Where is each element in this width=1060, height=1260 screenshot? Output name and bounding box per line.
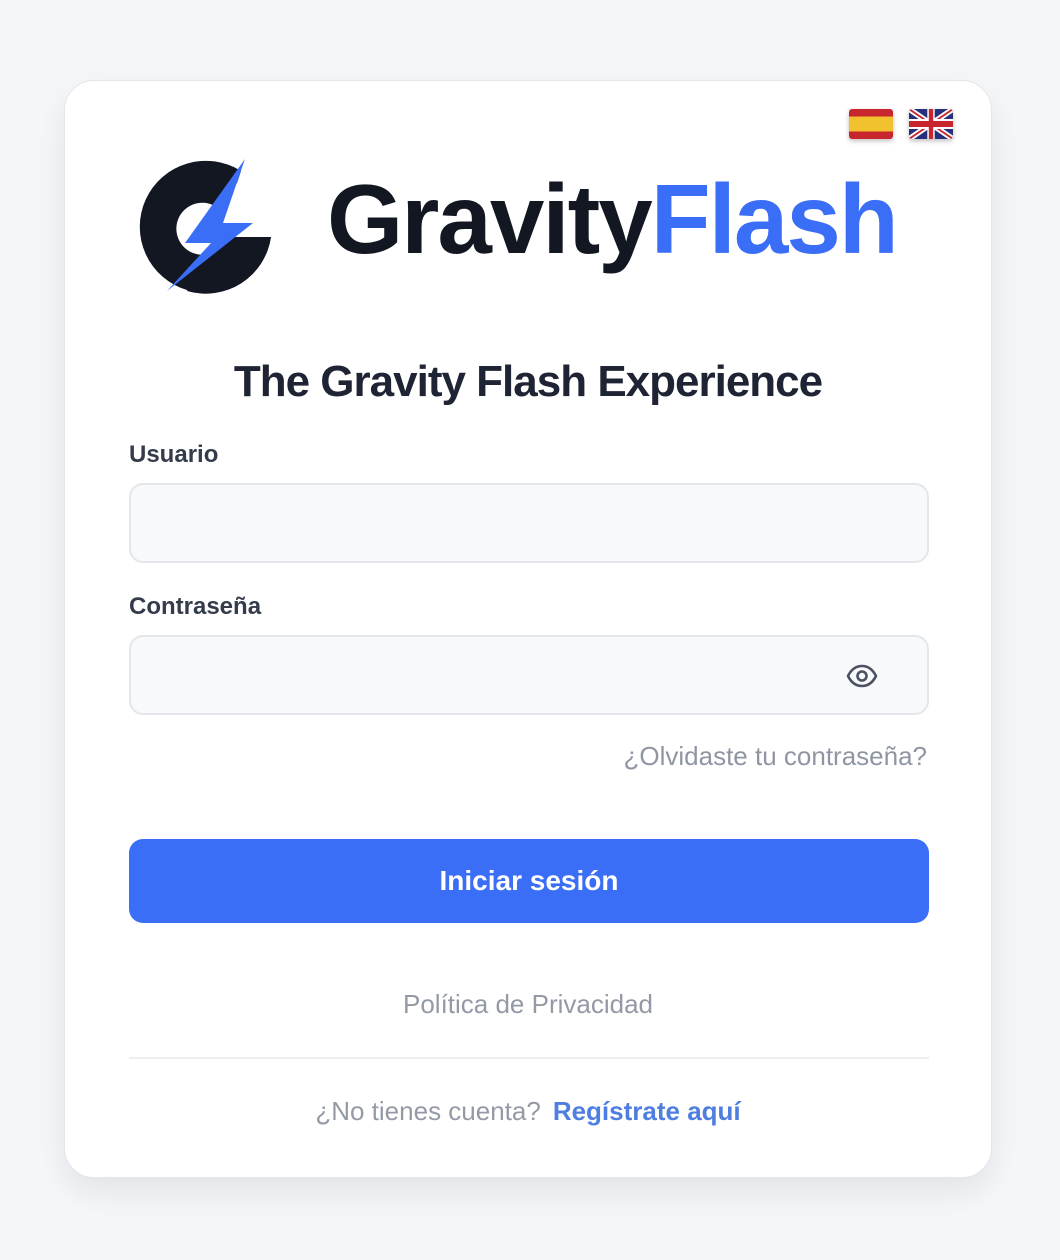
privacy-policy-link[interactable]: Política de Privacidad [65,989,991,1020]
eye-icon[interactable] [845,659,879,693]
username-label: Usuario [129,441,219,468]
login-card: GravityFlash The Gravity Flash Experienc… [64,80,992,1178]
gravity-flash-logo-icon [127,145,285,301]
password-field-wrapper [129,635,929,715]
brand-name-flash: Flash [650,164,899,274]
brand-name-gravity: Gravity [327,164,653,274]
brand-wordmark: GravityFlash [327,170,899,268]
spain-flag-icon[interactable] [849,109,893,139]
register-question: ¿No tienes cuenta? [315,1096,541,1126]
login-button[interactable]: Iniciar sesión [129,839,929,923]
register-link[interactable]: Regístrate aquí [553,1096,741,1126]
page-title: The Gravity Flash Experience [233,357,823,406]
divider [129,1057,929,1059]
password-label: Contraseña [129,593,262,620]
brand-logo: GravityFlash [127,145,933,301]
language-switcher [849,109,953,139]
uk-flag-icon[interactable] [909,109,953,139]
username-field-wrapper [129,483,929,563]
password-input[interactable] [131,637,927,713]
register-prompt: ¿No tienes cuenta? Regístrate aquí [65,1096,991,1127]
username-input[interactable] [131,485,927,561]
forgot-password-link[interactable]: ¿Olvidaste tu contraseña? [624,741,928,772]
